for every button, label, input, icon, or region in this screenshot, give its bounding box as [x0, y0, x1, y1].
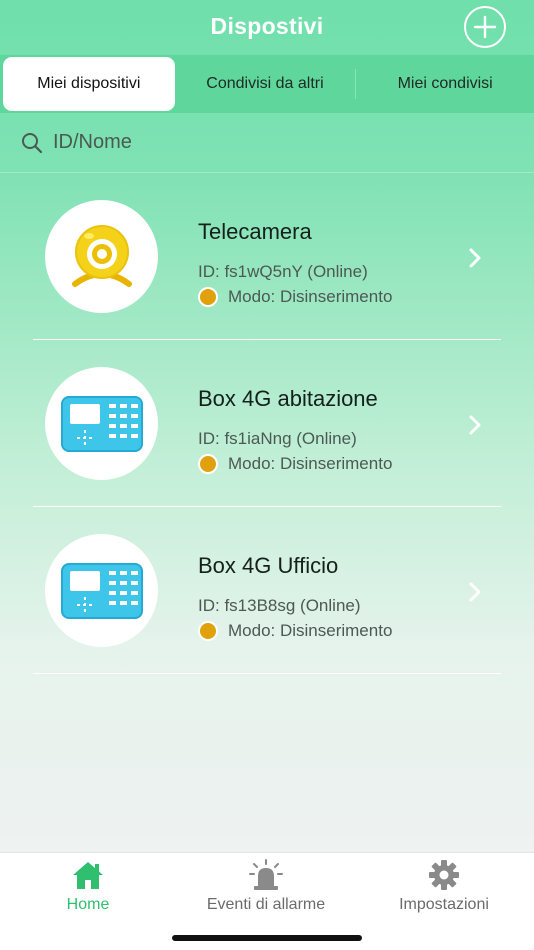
mode-text: Modo: Disinserimento — [228, 454, 393, 473]
mode-status-dot — [198, 621, 218, 641]
device-avatar — [45, 200, 158, 313]
tab-my-shared[interactable]: Miei condivisi — [356, 57, 534, 111]
alarm-panel-icon — [60, 395, 143, 452]
mode-text: Modo: Disinserimento — [228, 621, 393, 640]
gear-icon — [429, 860, 459, 890]
tab-my-devices[interactable]: Miei dispositivi — [3, 57, 175, 111]
mode-status-dot — [198, 287, 218, 307]
search-input[interactable] — [53, 131, 473, 154]
mode-text: Modo: Disinserimento — [228, 287, 393, 306]
siren-icon — [249, 859, 283, 890]
device-avatar — [45, 534, 158, 647]
search-bar[interactable] — [0, 113, 534, 173]
alarm-panel-icon — [60, 562, 143, 619]
device-mode: Modo: Disinserimento — [198, 621, 392, 641]
device-list: Telecamera ID: fs1wQ5nY (Online) Modo: D… — [0, 173, 534, 674]
home-icon — [73, 862, 103, 889]
nav-label: Eventi di allarme — [206, 896, 326, 913]
device-row-telecamera[interactable]: Telecamera ID: fs1wQ5nY (Online) Modo: D… — [0, 173, 534, 340]
chevron-right-icon — [469, 248, 481, 268]
search-icon — [22, 132, 43, 153]
home-indicator — [172, 935, 362, 941]
device-row-box-4g-abitazione[interactable]: Box 4G abitazione ID: fs1iaNng (Online) … — [0, 340, 534, 507]
add-device-button[interactable] — [464, 6, 506, 48]
device-id: ID: fs1wQ5nY (Online) — [198, 262, 368, 281]
chevron-right-icon — [469, 582, 481, 602]
device-row-box-4g-ufficio[interactable]: Box 4G Ufficio ID: fs13B8sg (Online) Mod… — [0, 507, 534, 674]
webcam-icon — [71, 224, 132, 287]
chevron-right-icon — [469, 415, 481, 435]
nav-label: Home — [66, 896, 110, 913]
tab-shared-by-others[interactable]: Condivisi da altri — [175, 57, 356, 111]
device-tabs: Miei dispositivi Condivisi da altri Miei… — [0, 55, 534, 113]
page-title: Dispostivi — [210, 12, 324, 39]
device-id: ID: fs1iaNng (Online) — [198, 429, 357, 448]
nav-settings[interactable]: Impostazioni — [364, 859, 524, 919]
device-name: Box 4G abitazione — [198, 386, 378, 411]
nav-label: Impostazioni — [399, 896, 489, 913]
plus-icon — [473, 15, 497, 39]
device-mode: Modo: Disinserimento — [198, 454, 392, 474]
mode-status-dot — [198, 454, 218, 474]
device-name: Box 4G Ufficio — [198, 553, 339, 578]
nav-alarm-events[interactable]: Eventi di allarme — [186, 859, 346, 919]
app-header: Dispostivi — [0, 0, 534, 52]
nav-home[interactable]: Home — [8, 859, 168, 919]
device-avatar — [45, 367, 158, 480]
app-screen: Dispostivi Miei dispositivi Condivisi da… — [0, 0, 534, 852]
device-name: Telecamera — [198, 219, 312, 244]
device-mode: Modo: Disinserimento — [198, 287, 392, 307]
device-id: ID: fs13B8sg (Online) — [198, 596, 361, 615]
